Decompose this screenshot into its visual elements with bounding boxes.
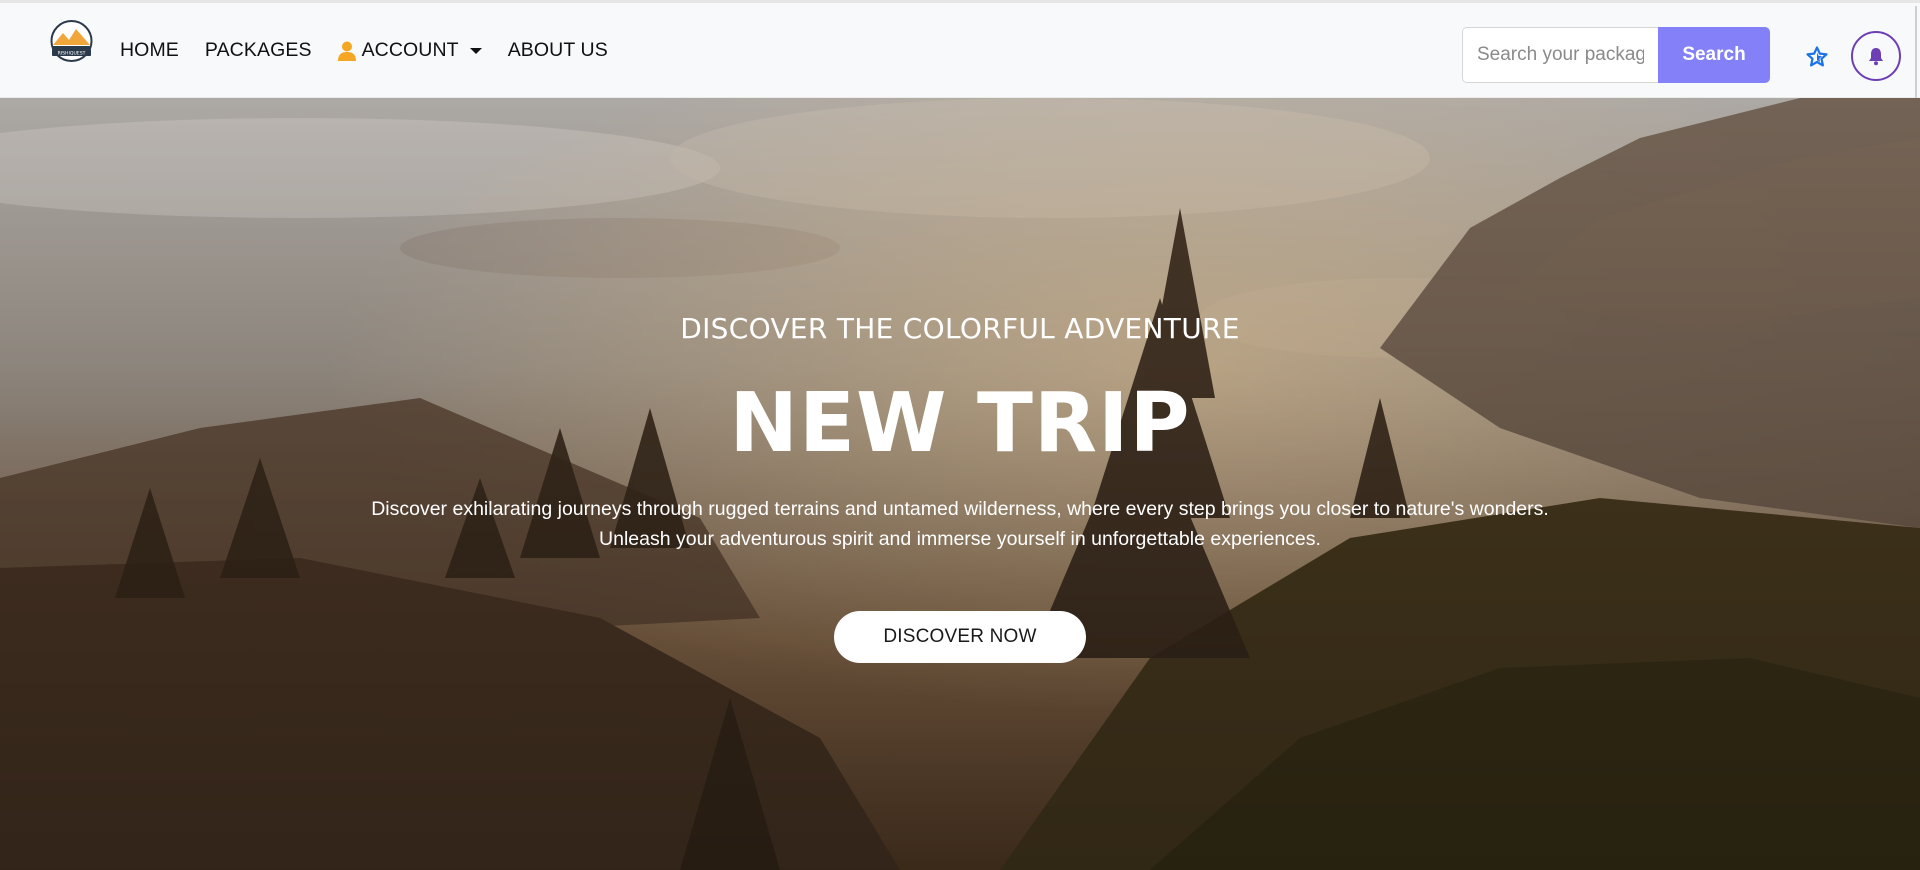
hero-description-line-2: Unleash your adventurous spirit and imme… [599,528,1321,550]
svg-text:RISHIQUEST: RISHIQUEST [58,51,86,57]
nav-about-us[interactable]: ABOUT US [508,39,608,62]
notifications-button[interactable] [1851,31,1901,81]
nav-account-dropdown[interactable]: ACCOUNT [337,39,482,62]
bell-icon [1869,48,1883,66]
nav-home-label: HOME [120,39,179,61]
user-icon [337,41,356,61]
hero-section: DISCOVER THE COLORFUL ADVENTURE NEW TRIP… [0,98,1920,870]
star-icon[interactable] [1805,45,1829,69]
hero-subtitle: DISCOVER THE COLORFUL ADVENTURE [680,312,1240,345]
nav-about-label: ABOUT US [507,39,608,61]
hero-title: NEW TRIP [729,376,1191,471]
scrollbar-edge [1915,6,1917,101]
search-button[interactable]: Search [1658,27,1770,83]
search-input[interactable] [1462,27,1658,83]
hero-content: DISCOVER THE COLORFUL ADVENTURE NEW TRIP… [0,98,1920,870]
nav-packages-label: PACKAGES [204,39,312,61]
hero-description: Discover exhilarating journeys through r… [0,494,1920,554]
hero-description-line-1: Discover exhilarating journeys through r… [371,498,1549,520]
brand-logo[interactable]: RISHIQUEST [49,19,94,67]
navbar: RISHIQUEST HOME PACKAGES ACCOUNT ABOUT U… [0,3,1920,101]
nav-packages[interactable]: PACKAGES [205,39,312,62]
main-nav: HOME PACKAGES ACCOUNT ABOUT US [120,3,634,98]
caret-down-icon [469,47,482,54]
nav-account-label: ACCOUNT [361,39,459,61]
nav-home[interactable]: HOME [120,39,179,62]
discover-now-button[interactable]: DISCOVER NOW [834,611,1086,663]
search-form: Search [1462,27,1770,83]
